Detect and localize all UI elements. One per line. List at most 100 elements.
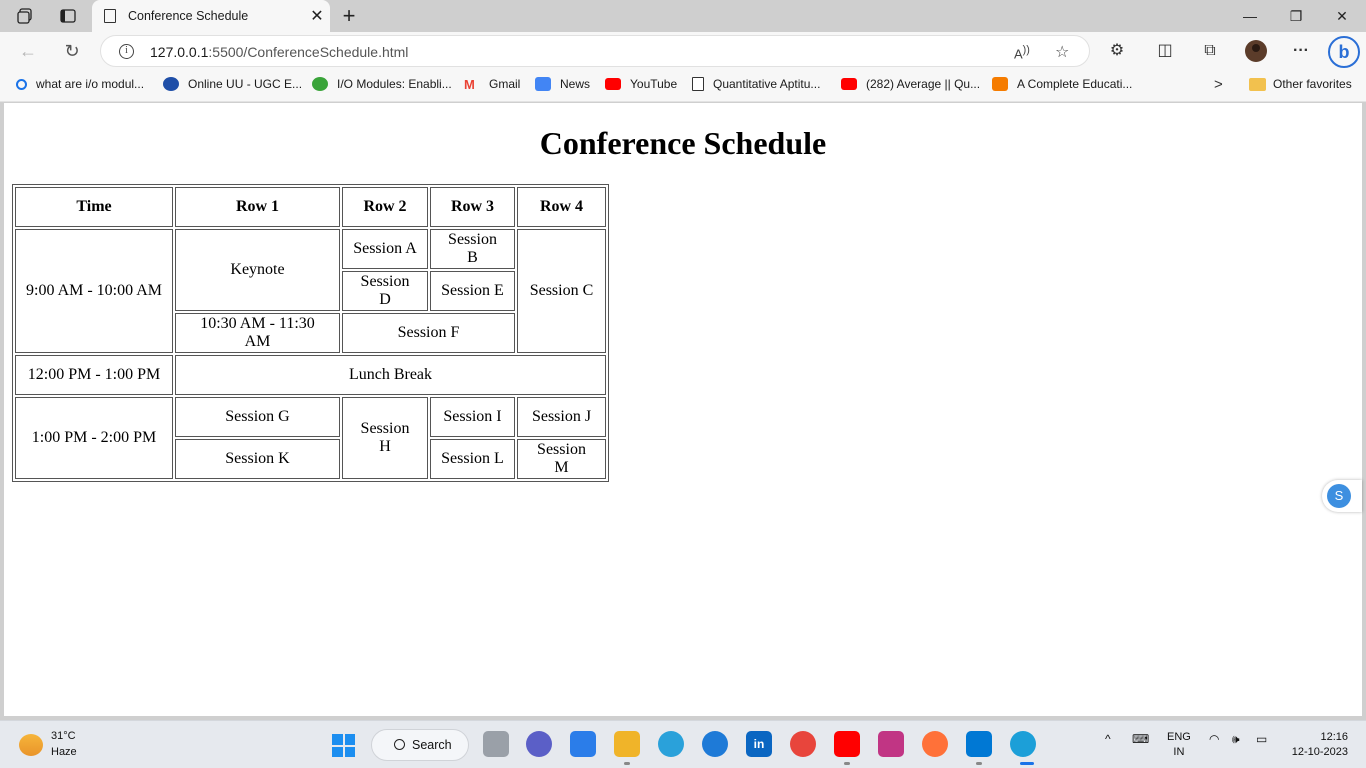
browser-toolbar: ← ↻ i 127.0.0.1:5500/ConferenceSchedule.… xyxy=(0,32,1366,70)
session-cell: Session J xyxy=(517,397,606,437)
linkedin-icon[interactable]: in xyxy=(746,731,772,757)
instagram-icon[interactable] xyxy=(878,731,904,757)
new-tab-button[interactable]: + xyxy=(338,3,360,29)
uu-logo-icon xyxy=(163,77,179,91)
leaf-logo-icon xyxy=(312,77,328,91)
minimize-button[interactable]: — xyxy=(1230,5,1270,27)
url-text[interactable]: 127.0.0.1:5500/ConferenceSchedule.html xyxy=(150,44,408,60)
favorite-item-io-modules[interactable]: I/O Modules: Enabli... xyxy=(312,77,452,91)
telegram-icon[interactable] xyxy=(658,731,684,757)
session-cell: Session I xyxy=(430,397,515,437)
copilot-icon[interactable]: b xyxy=(1328,36,1360,68)
session-cell: Session G xyxy=(175,397,340,437)
system-clock[interactable]: 12:16 12-10-2023 xyxy=(1288,730,1348,760)
close-tab-icon[interactable]: ✕ xyxy=(304,6,330,26)
page-icon xyxy=(692,77,704,91)
page-viewport: Conference Schedule Time Row 1 Row 2 Row… xyxy=(4,103,1362,716)
header-row-4: Row 4 xyxy=(517,187,606,227)
store-icon[interactable] xyxy=(570,731,596,757)
wifi-icon[interactable]: ◠ xyxy=(1209,732,1219,746)
favorite-item-youtube[interactable]: YouTube xyxy=(605,77,677,91)
tab-actions-icon[interactable] xyxy=(57,6,79,26)
session-cell: Session M xyxy=(517,439,606,479)
time-cell: 9:00 AM - 10:00 AM xyxy=(15,229,173,353)
teams-chat-icon[interactable] xyxy=(526,731,552,757)
session-cell: Session F xyxy=(342,313,515,353)
search-icon xyxy=(394,739,405,750)
session-cell: Session K xyxy=(175,439,340,479)
onedrive-icon[interactable] xyxy=(702,731,728,757)
chrome-icon[interactable] xyxy=(790,731,816,757)
table-header-row: Time Row 1 Row 2 Row 3 Row 4 xyxy=(15,187,606,227)
weather-description[interactable]: Haze xyxy=(51,746,77,758)
split-screen-icon[interactable]: ◫ xyxy=(1154,41,1176,61)
favorite-item-gmail[interactable]: M Gmail xyxy=(464,77,520,92)
tab-strip: Conference Schedule ✕ + — ❐ ✕ xyxy=(0,0,1366,32)
address-bar[interactable]: i 127.0.0.1:5500/ConferenceSchedule.html… xyxy=(100,35,1090,67)
session-cell: Session A xyxy=(342,229,428,269)
favorite-item-youtube-average[interactable]: (282) Average || Qu... xyxy=(841,77,980,91)
task-view-icon[interactable] xyxy=(483,731,509,757)
schedule-table: Time Row 1 Row 2 Row 3 Row 4 9:00 AM - 1… xyxy=(12,184,609,482)
edge-icon[interactable] xyxy=(1010,731,1036,757)
header-row-3: Row 3 xyxy=(430,187,515,227)
favorite-item-io-modules-search[interactable]: what are i/o modul... xyxy=(16,77,144,91)
sidebar-toggle-button[interactable]: S xyxy=(1322,480,1362,512)
youtube-app-icon[interactable] xyxy=(834,731,860,757)
favorites-bar: what are i/o modul... Online UU - UGC E.… xyxy=(0,70,1366,102)
volume-icon[interactable]: 🕪 xyxy=(1232,732,1240,747)
running-indicator xyxy=(976,762,982,765)
profile-avatar[interactable] xyxy=(1245,40,1267,62)
session-cell: Session C xyxy=(517,229,606,353)
news-icon xyxy=(535,77,551,91)
firefox-icon[interactable] xyxy=(922,731,948,757)
close-window-button[interactable]: ✕ xyxy=(1322,5,1362,27)
taskbar-search[interactable]: Search xyxy=(371,729,469,761)
tab-title: Conference Schedule xyxy=(128,9,249,23)
header-row-1: Row 1 xyxy=(175,187,340,227)
favorite-item-complete-education[interactable]: A Complete Educati... xyxy=(992,77,1132,91)
favorite-item-news[interactable]: News xyxy=(535,77,590,91)
restore-button[interactable]: ❐ xyxy=(1276,5,1316,27)
back-arrow-icon[interactable]: ← xyxy=(17,40,39,62)
header-row-2: Row 2 xyxy=(342,187,428,227)
running-indicator xyxy=(1020,762,1034,765)
lunch-cell: Lunch Break xyxy=(175,355,606,395)
session-cell: Session E xyxy=(430,271,515,311)
table-row: 12:00 PM - 1:00 PM Lunch Break xyxy=(15,355,606,395)
refresh-icon[interactable]: ↻ xyxy=(61,40,83,62)
favorite-item-online-uu[interactable]: Online UU - UGC E... xyxy=(163,77,302,91)
more-menu-icon[interactable]: ··· xyxy=(1290,41,1312,61)
favorite-star-icon[interactable]: ☆ xyxy=(1055,42,1069,62)
youtube-icon xyxy=(841,78,857,90)
taskbar: 31°C Haze Search in ^ ⌨ ENG IN ◠ 🕪 ▭ 12:… xyxy=(0,720,1366,768)
folder-icon xyxy=(1249,78,1266,91)
extensions-icon[interactable]: ⚙ xyxy=(1106,41,1128,61)
battery-icon[interactable]: ▭ xyxy=(1256,732,1267,746)
favorite-item-quantitative-aptitude[interactable]: Quantitative Aptitu... xyxy=(692,77,820,91)
workspaces-icon[interactable] xyxy=(14,6,36,26)
read-aloud-icon[interactable]: A)) xyxy=(1014,44,1030,61)
chevron-right-icon[interactable]: > xyxy=(1214,76,1223,93)
collections-icon[interactable]: ⧉ xyxy=(1199,41,1221,61)
start-button[interactable] xyxy=(332,734,355,757)
keyboard-icon[interactable]: ⌨ xyxy=(1132,732,1149,746)
other-favorites[interactable]: Other favorites xyxy=(1273,77,1352,91)
session-cell: Session B xyxy=(430,229,515,269)
session-cell: Keynote xyxy=(175,229,340,311)
input-language[interactable]: ENG IN xyxy=(1167,730,1191,760)
youtube-icon xyxy=(605,78,621,90)
time-cell: 1:00 PM - 2:00 PM xyxy=(15,397,173,479)
running-indicator xyxy=(624,762,630,765)
file-explorer-icon[interactable] xyxy=(614,731,640,757)
table-row: 9:00 AM - 10:00 AM Keynote Session A Ses… xyxy=(15,229,606,353)
weather-sun-icon[interactable] xyxy=(19,734,43,756)
blogger-icon xyxy=(992,77,1008,91)
header-time: Time xyxy=(15,187,173,227)
weather-temperature[interactable]: 31°C xyxy=(51,730,76,742)
session-cell: Session L xyxy=(430,439,515,479)
site-info-icon[interactable]: i xyxy=(119,44,134,59)
chevron-up-icon[interactable]: ^ xyxy=(1105,732,1111,746)
browser-tab[interactable]: Conference Schedule ✕ xyxy=(92,0,330,32)
vscode-icon[interactable] xyxy=(966,731,992,757)
